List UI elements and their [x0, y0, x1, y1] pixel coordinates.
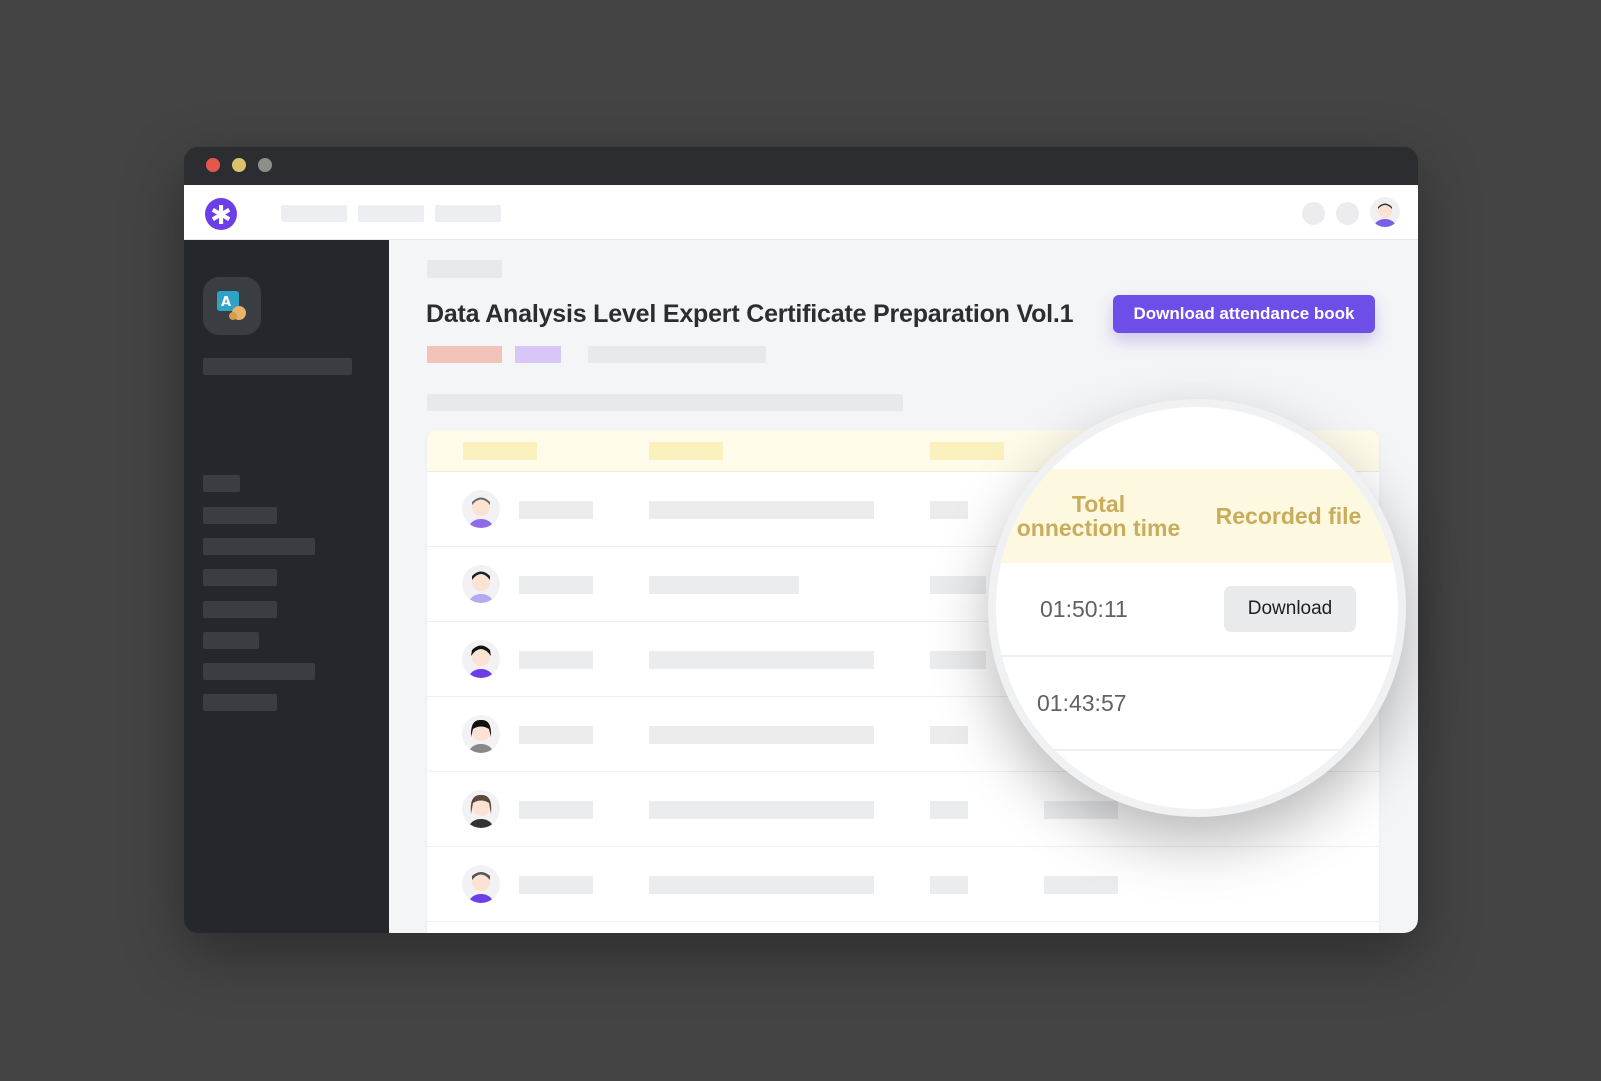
student-avatar-icon [469, 719, 493, 753]
sidebar-menu-item[interactable] [203, 663, 315, 680]
sidebar-menu-item[interactable] [203, 538, 315, 555]
attendance-placeholder [930, 801, 968, 819]
window-titlebar [184, 147, 1418, 185]
page-title: Data Analysis Level Expert Certificate P… [426, 300, 1074, 328]
student-avatar-icon [469, 872, 493, 903]
student-avatar-icon [469, 645, 493, 678]
sidebar-menu-item[interactable] [203, 507, 277, 524]
status-badge [427, 346, 502, 363]
nav-item-placeholder[interactable] [435, 205, 501, 222]
sidebar-menu-item[interactable] [203, 475, 240, 492]
student-avatar [462, 715, 500, 753]
magnified-table-row[interactable]: 01:43:57 [996, 657, 1398, 751]
nav-item-placeholder[interactable] [358, 205, 424, 222]
student-name-placeholder [519, 576, 593, 594]
sidebar: A [184, 240, 389, 933]
connection-time-value: 01:50:11 [1040, 596, 1128, 622]
student-email-placeholder [649, 651, 874, 669]
connection-time-placeholder [1044, 801, 1118, 819]
download-recorded-file-button[interactable]: Download [1224, 586, 1356, 632]
attendance-placeholder [930, 501, 968, 519]
sidebar-menu-item[interactable] [203, 569, 277, 586]
attendance-placeholder [930, 576, 986, 594]
sidebar-menu-item[interactable] [203, 694, 277, 711]
student-avatar-icon [469, 497, 493, 528]
student-email-placeholder [649, 876, 874, 894]
student-name-placeholder [519, 651, 593, 669]
description-placeholder [427, 394, 903, 411]
notification-icon[interactable] [1302, 202, 1325, 225]
header-line: Total [1071, 491, 1126, 517]
course-name-placeholder [203, 358, 352, 375]
user-avatar[interactable] [1370, 197, 1400, 227]
student-email-placeholder [649, 576, 799, 594]
table-row[interactable] [427, 847, 1379, 922]
magnified-table-row[interactable]: 01:50:11 Download [996, 563, 1398, 657]
svg-text:A: A [221, 295, 231, 310]
student-name-placeholder [519, 801, 593, 819]
window-maximize-button[interactable] [258, 158, 272, 172]
window-minimize-button[interactable] [232, 158, 246, 172]
student-avatar-icon [469, 571, 493, 603]
window-close-button[interactable] [206, 158, 220, 172]
course-icon[interactable]: A [203, 277, 261, 335]
student-name-placeholder [519, 501, 593, 519]
user-avatar-icon [1374, 203, 1396, 227]
attendance-placeholder [930, 651, 986, 669]
student-email-placeholder [649, 726, 874, 744]
student-email-placeholder [649, 801, 874, 819]
student-avatar [462, 490, 500, 528]
column-header[interactable] [930, 442, 1004, 460]
column-header[interactable] [463, 442, 537, 460]
magnified-table-header: Total onnection time Recorded file [996, 469, 1398, 563]
sidebar-menu-item[interactable] [203, 601, 277, 618]
student-avatar [462, 790, 500, 828]
attendance-placeholder [930, 876, 968, 894]
column-header[interactable] [649, 442, 723, 460]
translate-icon: A [217, 291, 246, 320]
header-line: onnection time [1016, 515, 1181, 541]
student-avatar-icon [469, 794, 493, 828]
nav-item-placeholder[interactable] [281, 205, 347, 222]
student-avatar [462, 865, 500, 903]
category-badge [515, 346, 561, 363]
total-connection-time-header[interactable]: Total onnection time [1006, 492, 1191, 540]
student-name-placeholder [519, 876, 593, 894]
student-avatar [462, 565, 500, 603]
connection-time-value: 01:43:57 [1037, 690, 1127, 716]
magnifier-lens: Total onnection time Recorded file 01:50… [988, 399, 1406, 817]
asterisk-icon[interactable]: ✱ [205, 198, 237, 231]
recorded-file-header[interactable]: Recorded file [1196, 504, 1381, 528]
breadcrumb-placeholder[interactable] [427, 260, 502, 278]
sidebar-menu-item[interactable] [203, 632, 259, 649]
student-name-placeholder [519, 726, 593, 744]
connection-time-placeholder [1044, 876, 1118, 894]
student-avatar [462, 640, 500, 678]
meta-info-placeholder [588, 346, 766, 363]
attendance-placeholder [930, 726, 968, 744]
download-attendance-book-button[interactable]: Download attendance book [1113, 295, 1375, 333]
student-email-placeholder [649, 501, 874, 519]
help-icon[interactable] [1336, 202, 1359, 225]
top-navigation-bar: ✱ [184, 185, 1418, 240]
